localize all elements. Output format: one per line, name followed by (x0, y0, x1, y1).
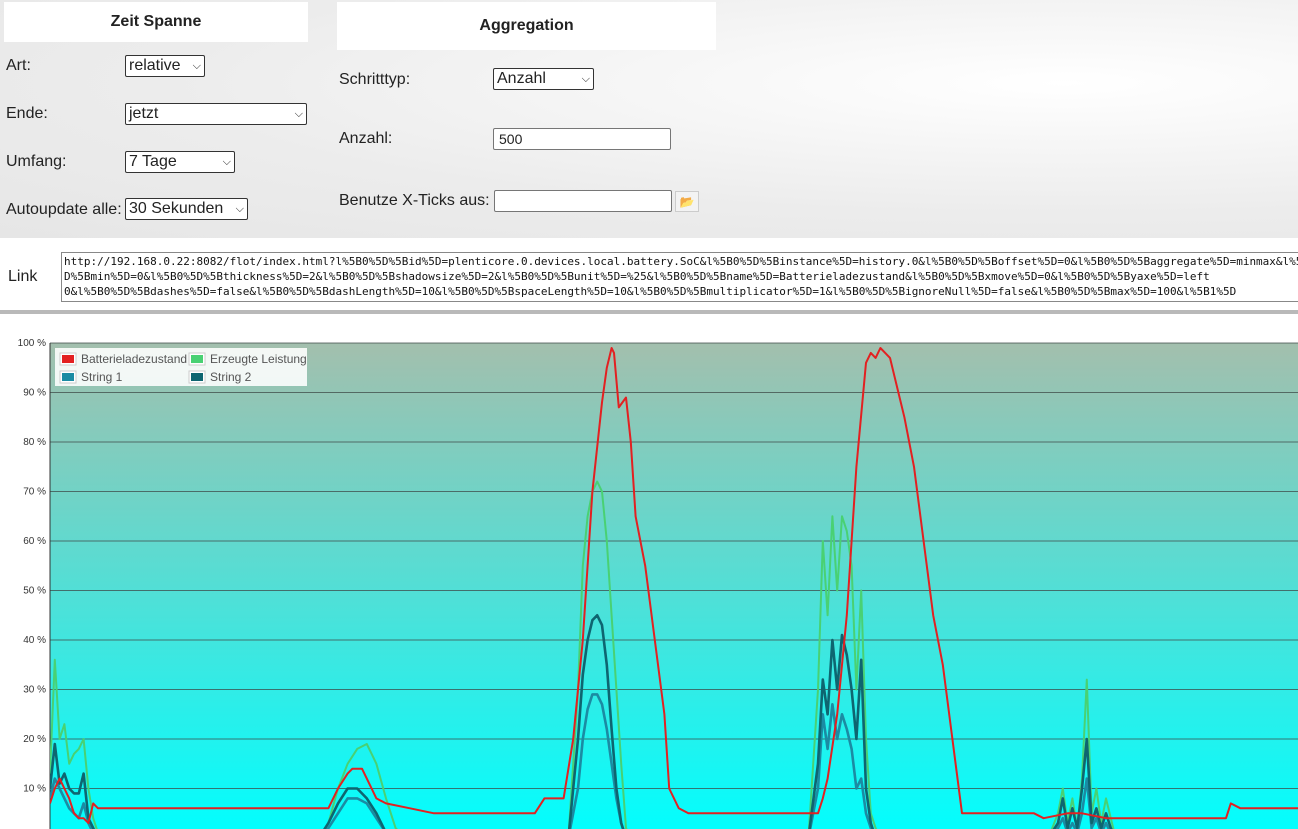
umfang-select-value: 7 Tage (129, 153, 177, 170)
art-select-value: relative (129, 57, 181, 74)
art-select[interactable]: relative ⌵ (125, 55, 205, 77)
legend-swatch (62, 373, 74, 381)
schritttyp-select[interactable]: Anzahl ⌵ (493, 68, 594, 90)
anzahl-label: Anzahl: (339, 130, 393, 147)
legend-label: Erzeugte Leistung (210, 352, 307, 366)
y-tick-label: 10 % (23, 784, 46, 795)
schritttyp-select-value: Anzahl (497, 70, 546, 87)
y-tick-label: 90 % (23, 388, 46, 399)
xticks-label: Benutze X-Ticks aus: (339, 192, 490, 209)
y-tick-label: 50 % (23, 586, 46, 597)
y-tick-label: 20 % (23, 734, 46, 745)
y-tick-label: 80 % (23, 437, 46, 448)
legend-swatch (191, 355, 203, 363)
legend-swatch (62, 355, 74, 363)
chevron-down-icon: ⌵ (581, 72, 590, 85)
link-label: Link (8, 268, 38, 285)
xticks-input[interactable] (494, 190, 672, 212)
folder-icon: 📂 (679, 194, 695, 209)
chart-area: 10 % 20 % 30 % 40 % 50 % 60 % 70 % 80 % 90 % 100 … (0, 314, 1298, 829)
autoupdate-label: Autoupdate alle: (6, 201, 122, 218)
zeit-spanne-header: Zeit Spanne (4, 2, 308, 42)
line-chart: 10 % 20 % 30 % 40 % 50 % 60 % 70 % 80 % 90 % 100 … (18, 338, 1298, 829)
art-label: Art: (6, 57, 31, 74)
aggregation-header: Aggregation (337, 2, 716, 50)
plot-background (50, 343, 1298, 829)
legend-swatch (191, 373, 203, 381)
legend-label: String 1 (81, 370, 123, 384)
autoupdate-select[interactable]: 30 Sekunden ⌵ (125, 198, 248, 220)
settings-panel: Zeit Spanne Aggregation Art: relative ⌵ E… (0, 0, 1298, 238)
ende-select-value: jetzt (129, 105, 159, 122)
ende-label: Ende: (6, 105, 48, 122)
y-tick-label: 40 % (23, 635, 46, 646)
chevron-down-icon: ⌵ (294, 107, 303, 120)
open-folder-button[interactable]: 📂 (675, 191, 699, 212)
chevron-down-icon: ⌵ (192, 59, 201, 72)
autoupdate-select-value: 30 Sekunden (129, 200, 224, 217)
y-tick-label: 100 % (18, 338, 46, 349)
y-tick-label: 70 % (23, 487, 46, 498)
chevron-down-icon: ⌵ (235, 202, 244, 215)
anzahl-input[interactable]: 500 (493, 128, 671, 150)
legend-label: String 2 (210, 370, 252, 384)
umfang-select[interactable]: 7 Tage ⌵ (125, 151, 235, 173)
legend-label: Batterieladezustand (81, 352, 187, 366)
schritttyp-label: Schritttyp: (339, 71, 411, 88)
y-tick-label: 60 % (23, 536, 46, 547)
link-section: Link http://192.168.0.22:8082/flot/index… (0, 238, 1298, 312)
ende-select[interactable]: jetzt ⌵ (125, 103, 307, 125)
link-textarea[interactable]: http://192.168.0.22:8082/flot/index.html… (61, 252, 1298, 302)
chevron-down-icon: ⌵ (222, 155, 231, 168)
umfang-label: Umfang: (6, 153, 67, 170)
y-tick-label: 30 % (23, 685, 46, 696)
